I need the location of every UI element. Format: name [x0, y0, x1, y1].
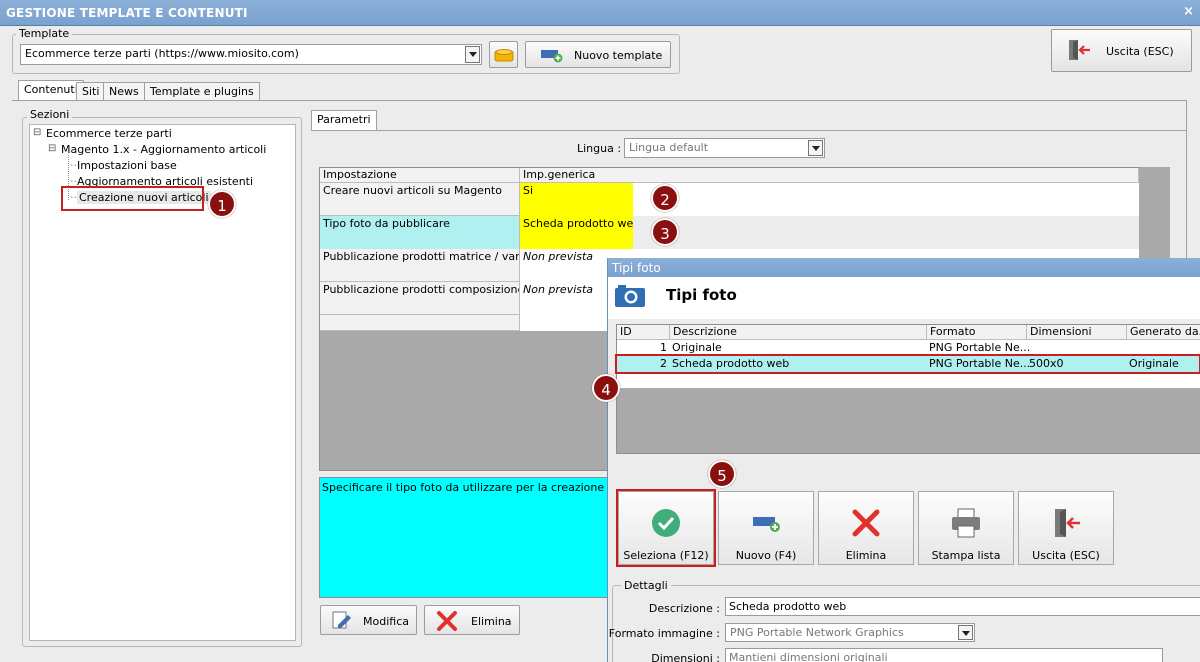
table-row-empty[interactable]	[617, 372, 1200, 388]
col-header-impostazione[interactable]: Impostazione	[320, 168, 520, 183]
tree-dot: ··	[70, 159, 77, 172]
window-title: GESTIONE TEMPLATE E CONTENUTI	[6, 6, 248, 20]
template-group-label: Template	[16, 27, 73, 40]
folder-icon	[494, 49, 514, 62]
dialog-header: Tipi foto	[608, 277, 1200, 319]
marker-3: 3	[651, 218, 679, 246]
tab-siti[interactable]: Siti	[76, 82, 106, 100]
tipi-foto-dialog: Tipi foto Tipi foto ID Descrizione Forma…	[607, 258, 1200, 662]
exit-label: Uscita (ESC)	[1106, 45, 1174, 58]
new-template-label: Nuovo template	[574, 49, 663, 62]
chevron-down-icon[interactable]	[958, 625, 973, 640]
new-label: Nuovo (F4)	[735, 549, 797, 562]
tab-template-plugins[interactable]: Template e plugins	[144, 82, 260, 100]
cell-descrizione: Originale	[672, 341, 722, 354]
setting-name-empty	[320, 315, 520, 331]
cell-formato: PNG Portable Ne...	[929, 341, 1031, 354]
tree-expander-icon[interactable]: ⊟	[33, 127, 41, 138]
annotation-box-4	[615, 354, 1200, 374]
descrizione-label: Descrizione :	[648, 602, 720, 615]
tab-news[interactable]: News	[103, 82, 145, 100]
col-header-dimensioni[interactable]: Dimensioni	[1027, 325, 1127, 340]
setting-name: Tipo foto da pubblicare	[320, 216, 520, 249]
dimensioni-select[interactable]: Mantieni dimensioni originali	[725, 648, 1163, 662]
window-titlebar: GESTIONE TEMPLATE E CONTENUTI ×	[0, 0, 1200, 26]
delete-type-label: Elimina	[845, 549, 887, 562]
annotation-box-5	[616, 489, 716, 567]
params-tab-line	[311, 130, 1187, 131]
lingua-select-value: Lingua default	[629, 141, 709, 154]
print-list-button[interactable]: Stampa lista	[918, 491, 1014, 565]
col-header-formato[interactable]: Formato	[927, 325, 1027, 340]
edit-icon	[332, 611, 351, 629]
edit-label: Modifica	[363, 615, 409, 628]
tree-root[interactable]: Ecommerce terze parti	[46, 127, 172, 140]
setting-name: Pubblicazione prodotti matrice / varia..…	[320, 249, 520, 282]
template-select-value: Ecommerce terze parti (https://www.miosi…	[25, 47, 299, 60]
printer-icon	[952, 508, 980, 538]
print-list-label: Stampa lista	[931, 549, 1001, 562]
exit-door-icon	[1055, 509, 1080, 537]
open-template-button[interactable]	[489, 41, 518, 68]
lingua-select[interactable]: Lingua default	[624, 138, 825, 158]
delete-x-icon	[437, 611, 457, 631]
col-header-impgenerica[interactable]: Imp.generica	[520, 168, 1139, 183]
delete-label: Elimina	[471, 615, 512, 628]
setting-name: Creare nuovi articoli su Magento	[320, 183, 520, 216]
annotation-box-1	[61, 186, 204, 211]
formato-select-value: PNG Portable Network Graphics	[730, 626, 904, 639]
sections-label: Sezioni	[27, 108, 73, 121]
marker-5: 5	[708, 460, 736, 488]
dialog-exit-label: Uscita (ESC)	[1032, 549, 1100, 562]
col-header-id[interactable]: ID	[617, 325, 670, 340]
chevron-down-icon[interactable]	[465, 46, 480, 63]
dialog-heading: Tipi foto	[666, 286, 737, 304]
descrizione-input[interactable]: Scheda prodotto web	[725, 597, 1200, 616]
delete-x-icon	[852, 509, 880, 537]
edit-button[interactable]: Modifica	[320, 605, 417, 635]
details-label: Dettagli	[621, 579, 671, 592]
tab-parametri[interactable]: Parametri	[311, 110, 377, 131]
template-select[interactable]: Ecommerce terze parti (https://www.miosi…	[20, 44, 482, 65]
dialog-exit-button[interactable]: Uscita (ESC)	[1018, 491, 1114, 565]
close-icon[interactable]: ×	[1183, 4, 1194, 19]
delete-type-button[interactable]: Elimina	[818, 491, 914, 565]
new-template-button[interactable]: Nuovo template	[525, 41, 671, 68]
dimensioni-label: Dimensioni :	[651, 652, 720, 662]
exit-door-icon	[1069, 40, 1090, 60]
dialog-title: Tipi foto	[612, 261, 661, 275]
setting-name: Pubblicazione prodotti composizione	[320, 282, 520, 315]
tree-node-magento[interactable]: Magento 1.x - Aggiornamento articoli	[61, 143, 266, 156]
new-button[interactable]: Nuovo (F4)	[718, 491, 814, 565]
tree-leaf-impostazioni[interactable]: Impostazioni base	[77, 159, 177, 172]
add-icon	[753, 517, 780, 532]
tab-contenuti[interactable]: Contenuti	[18, 80, 84, 100]
formato-select[interactable]: PNG Portable Network Graphics	[725, 623, 975, 642]
col-header-descrizione[interactable]: Descrizione	[670, 325, 927, 340]
formato-label: Formato immagine :	[608, 627, 720, 640]
setting-value[interactable]: Si	[520, 183, 633, 216]
add-template-icon	[541, 50, 563, 63]
camera-icon	[615, 285, 645, 307]
chevron-down-icon[interactable]	[808, 140, 823, 156]
marker-4: 4	[592, 374, 620, 402]
marker-2: 2	[651, 184, 679, 212]
tree-expander-icon[interactable]: ⊟	[48, 143, 56, 154]
delete-button[interactable]: Elimina	[424, 605, 520, 635]
lingua-label: Lingua :	[577, 142, 622, 155]
setting-value[interactable]: Scheda prodotto web	[520, 216, 633, 249]
col-header-generato[interactable]: Generato da...	[1127, 325, 1200, 340]
cell-id: 1	[660, 341, 667, 354]
tab-strip-line	[12, 100, 1192, 101]
setting-description: Specificare il tipo foto da utilizzare p…	[319, 477, 619, 598]
marker-1: 1	[208, 190, 236, 218]
exit-button[interactable]: Uscita (ESC)	[1051, 29, 1192, 72]
dialog-titlebar: Tipi foto	[608, 258, 1200, 277]
